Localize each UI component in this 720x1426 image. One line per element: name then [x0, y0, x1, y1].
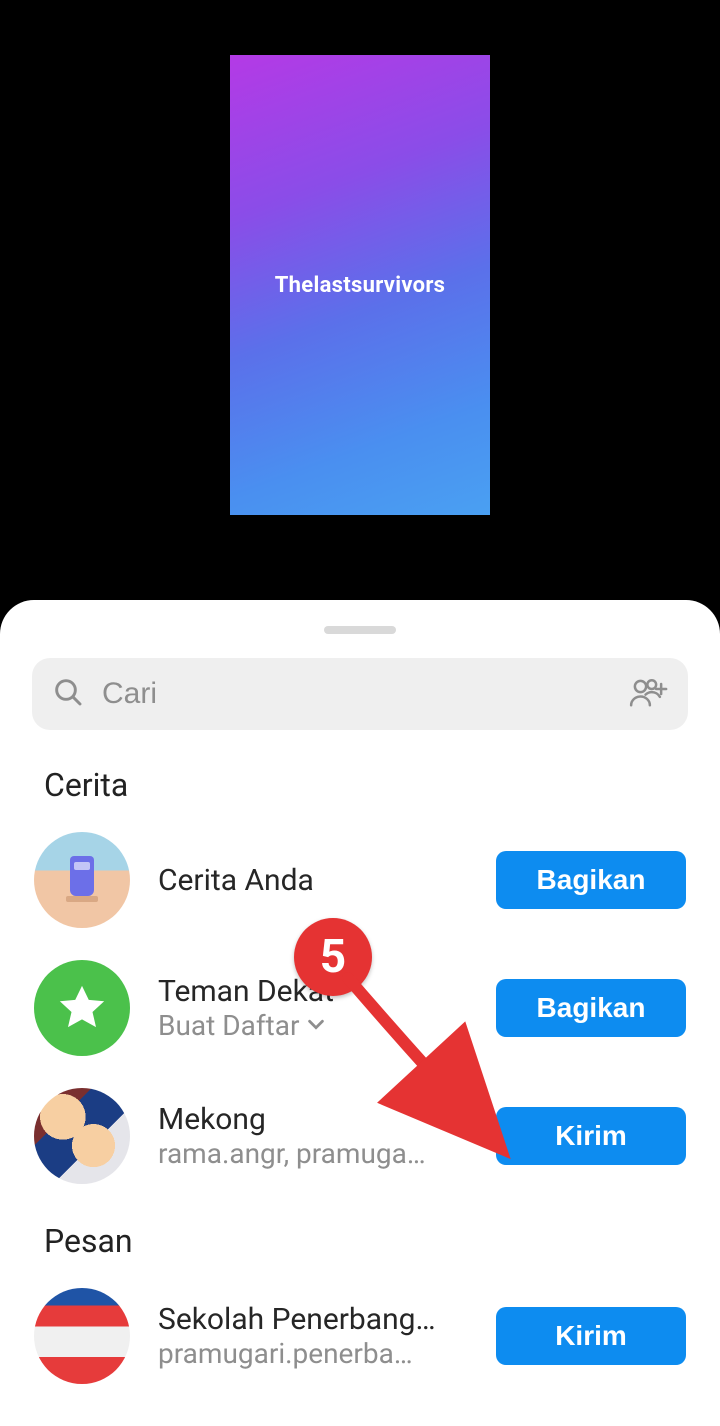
- row-your-story: Cerita Anda Bagikan: [0, 816, 720, 944]
- send-button-mekong[interactable]: Kirim: [496, 1107, 686, 1165]
- row-sekolah: Sekolah Penerbang… pramugari.penerba… Ki…: [0, 1272, 720, 1384]
- share-sheet: Cerita Cerita Anda Bagikan Teman Dekat B…: [0, 600, 720, 1426]
- row-title: Mekong: [158, 1102, 468, 1137]
- section-header-cerita: Cerita: [0, 730, 720, 816]
- row-subtitle[interactable]: Buat Daftar: [158, 1009, 468, 1042]
- story-preview[interactable]: Thelastsurvivors: [230, 55, 490, 515]
- share-button-close-friends[interactable]: Bagikan: [496, 979, 686, 1037]
- row-subtitle: rama.angr, pramuga…: [158, 1137, 468, 1170]
- row-subtitle: pramugari.penerba…: [158, 1337, 468, 1370]
- row-title: Teman Dekat: [158, 974, 468, 1009]
- row-mekong: Mekong rama.angr, pramuga… Kirim: [0, 1072, 720, 1200]
- row-close-friends: Teman Dekat Buat Daftar Bagikan: [0, 944, 720, 1072]
- send-button-sekolah[interactable]: Kirim: [496, 1307, 686, 1365]
- search-icon: [52, 676, 84, 712]
- story-preview-text: Thelastsurvivors: [275, 273, 446, 298]
- share-button-your-story[interactable]: Bagikan: [496, 851, 686, 909]
- row-title: Sekolah Penerbang…: [158, 1302, 468, 1337]
- sheet-grabber[interactable]: [324, 626, 396, 634]
- add-people-icon[interactable]: [628, 674, 668, 714]
- avatar-mekong[interactable]: [34, 1088, 130, 1184]
- section-header-pesan: Pesan: [0, 1200, 720, 1272]
- search-input[interactable]: [84, 677, 628, 711]
- story-preview-area: Thelastsurvivors: [0, 0, 720, 600]
- chevron-down-icon: [305, 1009, 327, 1042]
- row-title: Cerita Anda: [158, 863, 468, 898]
- avatar-close-friends-icon[interactable]: [34, 960, 130, 1056]
- avatar-sekolah[interactable]: [34, 1288, 130, 1384]
- avatar-your-story[interactable]: [34, 832, 130, 928]
- search-bar[interactable]: [32, 658, 688, 730]
